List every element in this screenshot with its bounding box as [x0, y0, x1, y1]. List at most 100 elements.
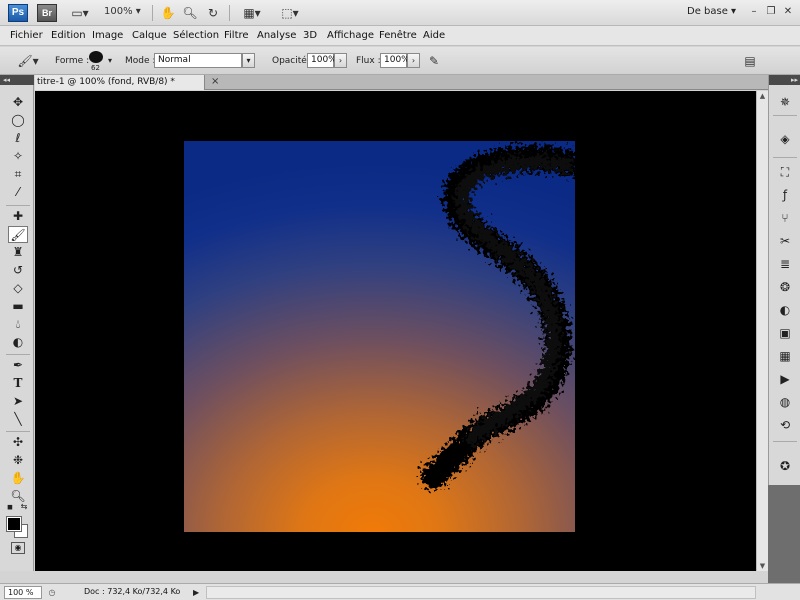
bridge-button[interactable]: Br	[37, 4, 57, 22]
type-tool[interactable]: T	[8, 375, 28, 392]
swap-colors-button[interactable]: ⇆	[18, 502, 30, 512]
menu-filtre[interactable]: Filtre	[224, 30, 249, 41]
crop-tool[interactable]: ⌗	[8, 166, 28, 183]
blur-tool[interactable]: 💧︎	[8, 316, 28, 333]
paths-panel-button[interactable]: ⑂	[776, 210, 794, 226]
screen-layout-button[interactable]: ⬚▾	[276, 5, 304, 21]
transform-panel-button[interactable]: ⛶	[776, 164, 794, 180]
hand-tool-button[interactable]: ✋	[160, 5, 176, 21]
menu-image[interactable]: Image	[92, 30, 123, 41]
arrange-documents-button[interactable]: ▦▾	[238, 5, 266, 21]
dodge-tool[interactable]: ◐	[8, 334, 28, 351]
menu-aide[interactable]: Aide	[423, 30, 445, 41]
menu-fenetre[interactable]: Fenêtre	[379, 30, 417, 41]
forme-label: Forme :	[55, 56, 90, 66]
panel-icon-strip: ▸▸ ✵ ◈ ⛶ ƒ ⑂ ✂ ≣ ❂ ◐ ▣ ▦ ▶ ◍ ⟲ ✪	[768, 75, 800, 485]
pen-icon: ✒	[12, 358, 24, 372]
horizontal-scrollbar[interactable]	[206, 586, 756, 599]
pen-tool[interactable]: ✒	[8, 357, 28, 374]
menu-edition[interactable]: Edition	[51, 30, 86, 41]
mode-select[interactable]: Normal	[154, 53, 242, 68]
menu-3d[interactable]: 3D	[303, 30, 317, 41]
brush-panel-button[interactable]: ▤	[742, 53, 758, 69]
mode-dropdown-button[interactable]: ▾	[242, 53, 255, 68]
status-zoom-input[interactable]: 100 %	[4, 586, 42, 599]
eyedropper-tool[interactable]: ⁄	[8, 184, 28, 201]
status-info-button[interactable]: ◷	[46, 586, 58, 599]
move-tool[interactable]: ✥	[8, 94, 28, 111]
path-selection-tool[interactable]: ➤	[8, 393, 28, 410]
opacite-slider-button[interactable]: ›	[334, 53, 347, 68]
history-brush-tool[interactable]: ↺	[8, 262, 28, 279]
rotate-view-icon: ↻	[207, 6, 219, 20]
flux-slider-button[interactable]: ›	[407, 53, 420, 68]
document-canvas[interactable]	[184, 141, 575, 532]
brush-panel-icon: ▤	[744, 54, 756, 68]
rotate-view-button[interactable]: ↻	[205, 5, 221, 21]
brush-picker-arrow[interactable]: ▾	[108, 56, 112, 65]
arrow-up-icon: ▲	[759, 92, 766, 100]
hand-icon: ✋	[160, 6, 176, 20]
layers-panel-button[interactable]: ◈	[776, 131, 794, 147]
magic-wand-tool[interactable]: ✧	[8, 148, 28, 165]
close-tab-button[interactable]: ×	[211, 75, 219, 89]
styles-panel-button[interactable]: ◍	[776, 394, 794, 410]
stamp-icon: ♜	[12, 245, 24, 259]
3d-rotate-tool[interactable]: ✣	[8, 434, 28, 451]
chevron-right-icon: ›	[338, 56, 343, 65]
navigator-panel-button[interactable]: ✵	[776, 94, 794, 110]
tools-collapse-bar[interactable]: ◂◂	[0, 75, 34, 85]
brush-preview[interactable]	[89, 51, 103, 63]
menu-fichier[interactable]: Fichier	[10, 30, 43, 41]
gradient-tool[interactable]: ▬	[8, 298, 28, 315]
dock-expand-bar[interactable]: ▸▸	[769, 75, 800, 85]
document-tab[interactable]: titre-1 @ 100% (fond, RVB/8) *	[35, 75, 205, 90]
eraser-tool[interactable]: ◇	[8, 280, 28, 297]
scroll-up-button[interactable]: ▲	[757, 91, 768, 101]
tool-preset-picker[interactable]: 🖌︎▾	[14, 53, 42, 69]
menu-affichage[interactable]: Affichage	[327, 30, 374, 41]
close-window-button[interactable]: ✕	[781, 5, 795, 19]
menu-analyse[interactable]: Analyse	[257, 30, 296, 41]
swatches-panel-button[interactable]: ▦	[776, 348, 794, 364]
status-menu-arrow[interactable]: ▶	[193, 586, 203, 599]
separator	[152, 5, 153, 21]
canvas-workspace[interactable]	[35, 91, 756, 571]
restore-button[interactable]: ❐	[764, 5, 778, 19]
animation-panel-button[interactable]: ▶	[776, 371, 794, 387]
scroll-down-button[interactable]: ▼	[757, 561, 768, 571]
screen-mode-button[interactable]: ▭▾	[66, 5, 94, 21]
clone-stamp-tool[interactable]: ♜	[8, 244, 28, 261]
workspace-switcher[interactable]: De base ▾	[687, 6, 736, 17]
airbrush-toggle[interactable]: ✎	[426, 53, 442, 69]
lasso-tool[interactable]: ℓ	[8, 130, 28, 147]
foreground-color-swatch[interactable]	[6, 516, 22, 532]
menu-selection[interactable]: Sélection	[173, 30, 219, 41]
line-tool[interactable]: ╲	[8, 411, 28, 428]
tools-presets-button[interactable]: ✂	[776, 233, 794, 249]
color-panel-button[interactable]: ❂	[776, 279, 794, 295]
adjustments-panel-button[interactable]: ◐	[776, 302, 794, 318]
flux-input[interactable]: 100%	[380, 53, 410, 68]
actions-panel-button[interactable]: ✪	[776, 458, 794, 474]
marquee-tool[interactable]: ◯	[8, 112, 28, 129]
history-panel-button[interactable]: ⟲	[776, 417, 794, 433]
minimize-button[interactable]: –	[747, 5, 761, 19]
zoom-tool-button[interactable]: 🔍︎	[182, 5, 198, 21]
masks-panel-button[interactable]: ▣	[776, 325, 794, 341]
3d-orbit-tool[interactable]: ❉	[8, 452, 28, 469]
default-colors-icon: ◼	[7, 503, 13, 511]
3d-orbit-icon: ❉	[12, 453, 24, 467]
opacite-input[interactable]: 100%	[307, 53, 337, 68]
restore-icon: ❐	[766, 6, 776, 17]
zoom-level-dropdown[interactable]: 100% ▾	[104, 6, 141, 17]
menu-calque[interactable]: Calque	[132, 30, 167, 41]
healing-brush-tool[interactable]: ✚	[8, 208, 28, 225]
effects-panel-button[interactable]: ƒ	[776, 187, 794, 203]
vertical-scrollbar[interactable]: ▲ ▼	[756, 91, 768, 571]
default-colors-button[interactable]: ◼	[4, 502, 16, 512]
hand-tool[interactable]: ✋	[8, 470, 28, 487]
channels-panel-button[interactable]: ≣	[776, 256, 794, 272]
brush-tool[interactable]: 🖌︎	[8, 226, 28, 243]
quick-mask-button[interactable]: ◉	[11, 542, 25, 554]
